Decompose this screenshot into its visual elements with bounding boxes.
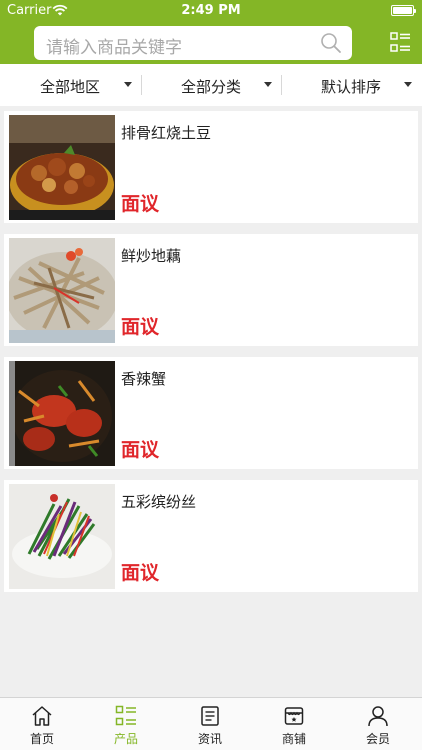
filter-category[interactable]: 全部分类: [141, 64, 281, 106]
product-image: [9, 484, 115, 589]
filter-region[interactable]: 全部地区: [0, 64, 140, 106]
chevron-down-icon: [264, 82, 272, 87]
chevron-down-icon: [124, 82, 132, 87]
shop-icon: [284, 707, 304, 725]
product-price: 面议: [121, 193, 160, 215]
filter-sort[interactable]: 默认排序: [281, 64, 421, 106]
battery-icon: [391, 5, 416, 16]
product-image: [9, 115, 115, 220]
tab-home[interactable]: 首页: [0, 698, 84, 750]
tab-shop[interactable]: 商铺: [252, 698, 336, 750]
tab-news-label: 资讯: [197, 732, 222, 746]
tab-product[interactable]: 产品: [84, 698, 168, 750]
search-input[interactable]: 请输入商品关键字: [34, 26, 352, 60]
product-image: [9, 238, 115, 343]
product-price: 面议: [121, 562, 160, 584]
filter-bar: 全部地区 全部分类 默认排序: [0, 64, 422, 106]
product-price: 面议: [121, 439, 160, 461]
bottom-tab-bar: 首页 产品 资讯 商铺 会员: [0, 697, 422, 750]
filter-sort-label: 默认排序: [320, 78, 381, 96]
search-placeholder: 请输入商品关键字: [46, 38, 182, 58]
tab-product-label: 产品: [113, 732, 138, 746]
product-price: 面议: [121, 316, 160, 338]
tab-member-label: 会员: [365, 732, 390, 746]
filter-category-label: 全部分类: [180, 78, 241, 96]
status-bar: Carrier 2:49 PM: [0, 0, 422, 22]
product-name: 鲜炒地藕: [121, 247, 182, 265]
tab-member[interactable]: 会员: [336, 698, 420, 750]
product-image: [9, 361, 115, 466]
clock: 2:49 PM: [181, 3, 241, 18]
product-card[interactable]: 香辣蟹 面议: [4, 357, 418, 469]
tab-news[interactable]: 资讯: [168, 698, 252, 750]
chevron-down-icon: [404, 82, 412, 87]
product-list-icon: [115, 705, 136, 726]
product-name: 五彩缤纷丝: [121, 493, 197, 511]
news-icon: [201, 706, 219, 726]
product-card[interactable]: 五彩缤纷丝 面议: [4, 480, 418, 592]
list-menu-icon[interactable]: [390, 32, 411, 53]
top-navigation-bar: Carrier 2:49 PM 请输入商品关键字: [0, 0, 422, 64]
product-card[interactable]: 鲜炒地藕 面议: [4, 234, 418, 346]
search-icon[interactable]: [320, 32, 342, 54]
home-icon: [32, 706, 52, 726]
tab-home-label: 首页: [29, 732, 54, 746]
product-name: 排骨红烧土豆: [121, 124, 212, 142]
product-name: 香辣蟹: [121, 370, 167, 388]
product-card[interactable]: 排骨红烧土豆 面议: [4, 111, 418, 223]
filter-region-label: 全部地区: [39, 78, 100, 96]
user-icon: [368, 706, 388, 727]
tab-shop-label: 商铺: [281, 732, 306, 746]
